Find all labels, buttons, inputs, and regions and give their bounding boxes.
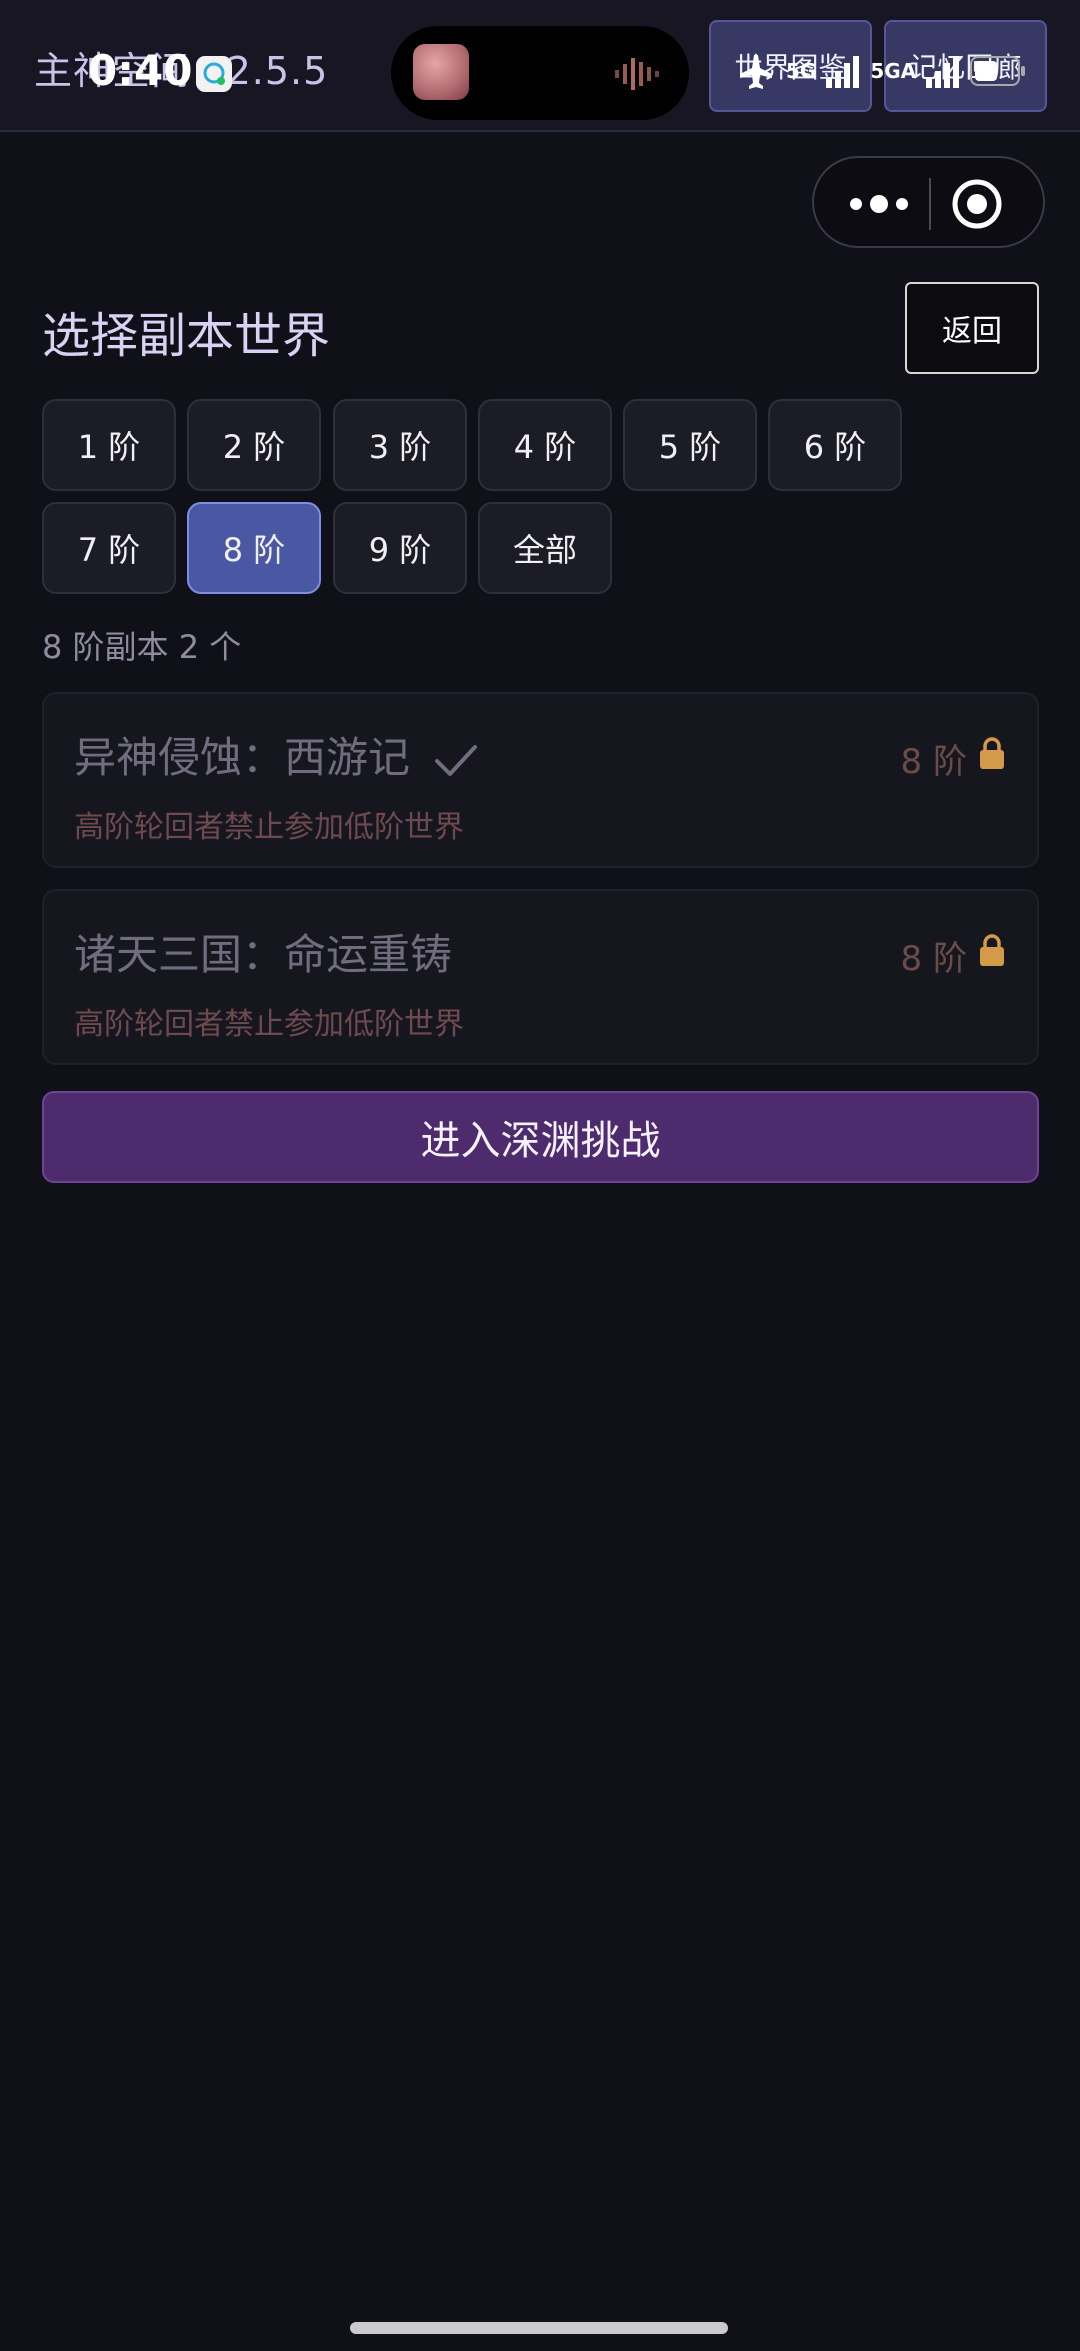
tier-chip-6[interactable]: 6 阶 (768, 399, 902, 491)
world-tier: 8 阶 (900, 939, 967, 979)
tier-chip-5[interactable]: 5 阶 (623, 399, 757, 491)
chat-app-icon (196, 56, 232, 92)
page-title: 选择副本世界 (42, 308, 331, 364)
tier-chip-3[interactable]: 3 阶 (333, 399, 467, 491)
world-title-text: 诸天三国：命运重铸 (74, 930, 453, 979)
world-tier: 8 阶 (900, 742, 967, 782)
tier-chip-7[interactable]: 7 阶 (42, 502, 176, 594)
tier-chip-4[interactable]: 4 阶 (478, 399, 612, 491)
world-title: 诸天三国：命运重铸 (74, 921, 452, 982)
tier-chip-9[interactable]: 9 阶 (333, 502, 467, 594)
network-label-2: 5GA (870, 59, 917, 83)
world-note: 高阶轮回者禁止参加低阶世界 (74, 1007, 464, 1042)
world-note: 高阶轮回者禁止参加低阶世界 (74, 810, 464, 845)
tier-chip-all[interactable]: 全部 (478, 502, 612, 594)
world-title: 异神侵蚀：西游记 (74, 724, 479, 785)
lock-icon (980, 737, 1004, 769)
world-count: 8 阶副本 2 个 (42, 628, 242, 666)
screen: 主神空间 v2.5.5 世界图鉴 记忆回廊 0:40 5G 5GA 选择副本世界… (0, 0, 1080, 2351)
audio-wave-icon (615, 58, 659, 90)
check-icon (435, 744, 478, 776)
miniprogram-capsule (812, 156, 1045, 248)
target-icon[interactable] (951, 178, 1003, 230)
tier-chip-8[interactable]: 8 阶 (187, 502, 321, 594)
home-indicator[interactable] (350, 2322, 728, 2334)
status-time: 0:40 (88, 46, 193, 95)
album-art (413, 44, 469, 100)
world-card[interactable]: 异神侵蚀：西游记 高阶轮回者禁止参加低阶世界 8 阶 (42, 692, 1039, 868)
lock-icon (980, 934, 1004, 966)
more-dots-icon[interactable] (844, 184, 914, 224)
network-label-1: 5G (786, 59, 817, 83)
airplane-icon (740, 55, 772, 89)
signal-icon (826, 56, 860, 88)
signal-icon-2 (926, 56, 960, 88)
tier-chip-1[interactable]: 1 阶 (42, 399, 176, 491)
back-button[interactable]: 返回 (905, 282, 1039, 374)
world-card[interactable]: 诸天三国：命运重铸 高阶轮回者禁止参加低阶世界 8 阶 (42, 889, 1039, 1065)
world-title-text: 异神侵蚀：西游记 (74, 733, 411, 782)
status-indicators: 5G 5GA (736, 46, 1026, 96)
dynamic-island[interactable] (391, 26, 689, 120)
battery-icon (970, 56, 1026, 86)
tier-chip-2[interactable]: 2 阶 (187, 399, 321, 491)
capsule-divider (929, 178, 931, 230)
abyss-challenge-button[interactable]: 进入深渊挑战 (42, 1091, 1039, 1183)
